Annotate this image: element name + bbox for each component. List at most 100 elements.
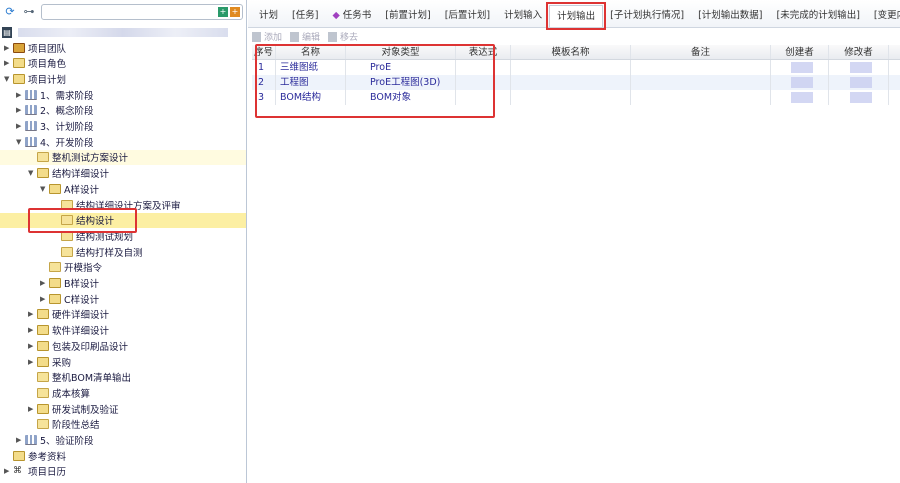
tab-5[interactable]: 计划输入 <box>497 5 549 27</box>
tab-label: [前置计划] <box>385 10 431 21</box>
refresh-icon[interactable]: ⟳ <box>3 5 17 19</box>
selection-highlight-box <box>28 208 137 233</box>
tree-node[interactable]: ▶ 3、计划阶段 <box>0 119 246 134</box>
tab-label: 任务书 <box>342 10 372 21</box>
tab-bar: 计划 [任务] ◆ 任务书 [前置计划] [后置计划] 计划输入 计划输出 [子计划执行情况]… <box>248 0 900 30</box>
column-header[interactable]: 修改者 <box>829 45 889 59</box>
tree-node-label: 参考资料 <box>28 451 67 463</box>
tab-4[interactable]: [后置计划] <box>438 5 497 27</box>
collapsed-arrow-icon[interactable]: ▶ <box>4 44 9 52</box>
collapsed-arrow-icon[interactable]: ▶ <box>28 405 33 413</box>
add-button[interactable]: 添加 <box>252 30 282 43</box>
tree-node[interactable]: ▶ 硬件详细设计 <box>0 307 246 322</box>
edit-button[interactable]: 编辑 <box>290 30 320 43</box>
tree-node-label: 项目计划 <box>28 74 67 86</box>
tree-search-input[interactable]: + + <box>41 4 243 20</box>
tree-node-label: 硬件详细设计 <box>52 310 110 322</box>
folder-icon <box>37 403 49 414</box>
folder-icon <box>37 325 49 336</box>
tree-node[interactable]: ▼ 4、开发阶段 <box>0 134 246 149</box>
collapsed-arrow-icon[interactable]: ▶ <box>28 358 33 366</box>
tree-node-label: 整机BOM清单输出 <box>52 373 132 385</box>
tab-label: 计划 <box>259 10 279 21</box>
collapsed-arrow-icon[interactable]: ▶ <box>28 310 33 318</box>
tab-9[interactable]: [未完成的计划输出] <box>770 5 867 27</box>
tree-node[interactable]: ▶ 研发试制及验证 <box>0 401 246 416</box>
collapsed-arrow-icon[interactable]: ▶ <box>16 436 21 444</box>
remove-button[interactable]: 移去 <box>328 30 358 43</box>
tree-node[interactable]: ▶ 项目团队 <box>0 40 246 55</box>
collapsed-arrow-icon[interactable]: ▶ <box>40 279 45 287</box>
tab-6[interactable]: 计划输出 <box>546 2 607 30</box>
collapse-all-icon[interactable]: + <box>230 7 240 17</box>
tree-node-label: 开模指令 <box>64 263 103 275</box>
tree-node[interactable]: ▶ 采购 <box>0 354 246 369</box>
tree-node[interactable]: 参考资料 <box>0 448 246 463</box>
cell <box>631 60 771 75</box>
tree-node[interactable]: ▼ A样设计 <box>0 181 246 196</box>
tab-1[interactable]: [任务] <box>285 5 325 27</box>
expanded-arrow-icon[interactable]: ▼ <box>28 169 33 177</box>
tree-node-label: 5、验证阶段 <box>40 436 94 447</box>
folder-icon <box>37 356 49 367</box>
collapsed-arrow-icon[interactable]: ▶ <box>4 467 9 475</box>
tab-2[interactable]: ◆ 任务书 <box>325 5 378 27</box>
tree-node[interactable]: 开模指令 <box>0 260 246 275</box>
tree-node[interactable]: 整机BOM清单输出 <box>0 370 246 385</box>
tree-node[interactable]: ▼ 结构详细设计 <box>0 166 246 181</box>
tree-node-label: C样设计 <box>64 294 100 306</box>
cell <box>829 75 889 90</box>
collapsed-arrow-icon[interactable]: ▶ <box>28 326 33 334</box>
table-highlight-box <box>255 44 495 118</box>
tab-label: [计划输出数据] <box>698 10 763 21</box>
tree-node[interactable]: ▶ 项目角色 <box>0 56 246 71</box>
tree-node[interactable]: ▶ C样设计 <box>0 291 246 306</box>
tree-node[interactable]: 整机测试方案设计 <box>0 149 246 165</box>
collapsed-arrow-icon[interactable]: ▶ <box>40 295 45 303</box>
tree-node[interactable]: ▶ 包装及印刷品设计 <box>0 338 246 353</box>
tree-node[interactable]: ▶ ⌘ 项目日历 <box>0 464 246 479</box>
tab-3[interactable]: [前置计划] <box>378 5 437 27</box>
tree-node[interactable]: 成本核算 <box>0 385 246 400</box>
collapsed-arrow-icon[interactable]: ▶ <box>16 106 21 114</box>
cell <box>631 90 771 105</box>
tree-node[interactable]: ▶ 1、需求阶段 <box>0 87 246 102</box>
remove-label: 移去 <box>340 32 359 43</box>
collapsed-arrow-icon[interactable]: ▶ <box>28 342 33 350</box>
expanded-arrow-icon[interactable]: ▼ <box>16 138 21 146</box>
expand-all-icon[interactable]: + <box>218 7 228 17</box>
collapsed-arrow-icon[interactable]: ▶ <box>16 91 21 99</box>
tab-8[interactable]: [计划输出数据] <box>691 5 769 27</box>
tab-0[interactable]: 计划 <box>252 5 285 27</box>
cell <box>771 75 829 90</box>
cell <box>511 90 631 105</box>
redacted-user <box>849 77 872 88</box>
tab-label: [未完成的计划输出] <box>776 10 860 21</box>
hierarchy-icon[interactable]: ⊶ <box>22 5 36 19</box>
cell <box>829 90 889 105</box>
tree-node[interactable]: 阶段性总结 <box>0 417 246 432</box>
expanded-arrow-icon[interactable]: ▼ <box>4 75 9 83</box>
column-header[interactable]: 备注 <box>631 45 771 59</box>
tree-node[interactable]: ▼ 项目计划 <box>0 71 246 86</box>
tab-10[interactable]: [变更内容] <box>867 5 900 27</box>
doc-icon <box>49 262 61 273</box>
redacted-user <box>849 92 872 103</box>
tab-label: [变更内容] <box>873 10 900 21</box>
column-header[interactable]: 创建者 <box>771 45 829 59</box>
folder-icon <box>49 278 61 288</box>
expanded-arrow-icon[interactable]: ▼ <box>40 185 45 193</box>
tab-label: [任务] <box>292 10 319 21</box>
tree-node[interactable]: 结构打样及自测 <box>0 244 246 259</box>
tree-node-label: 整机测试方案设计 <box>52 153 129 165</box>
gift-icon <box>13 42 25 53</box>
redacted-project-name <box>18 27 228 37</box>
tree-node[interactable]: ▶ 5、验证阶段 <box>0 433 246 448</box>
column-header[interactable]: 模板名称 <box>511 45 631 59</box>
collapsed-arrow-icon[interactable]: ▶ <box>16 122 21 130</box>
tree-node[interactable]: ▶ 2、概念阶段 <box>0 103 246 118</box>
tree-node[interactable]: ▶ 软件详细设计 <box>0 323 246 338</box>
tree-node[interactable]: ▶ B样设计 <box>0 276 246 291</box>
collapsed-arrow-icon[interactable]: ▶ <box>4 59 9 67</box>
tab-7[interactable]: [子计划执行情况] <box>603 5 691 27</box>
